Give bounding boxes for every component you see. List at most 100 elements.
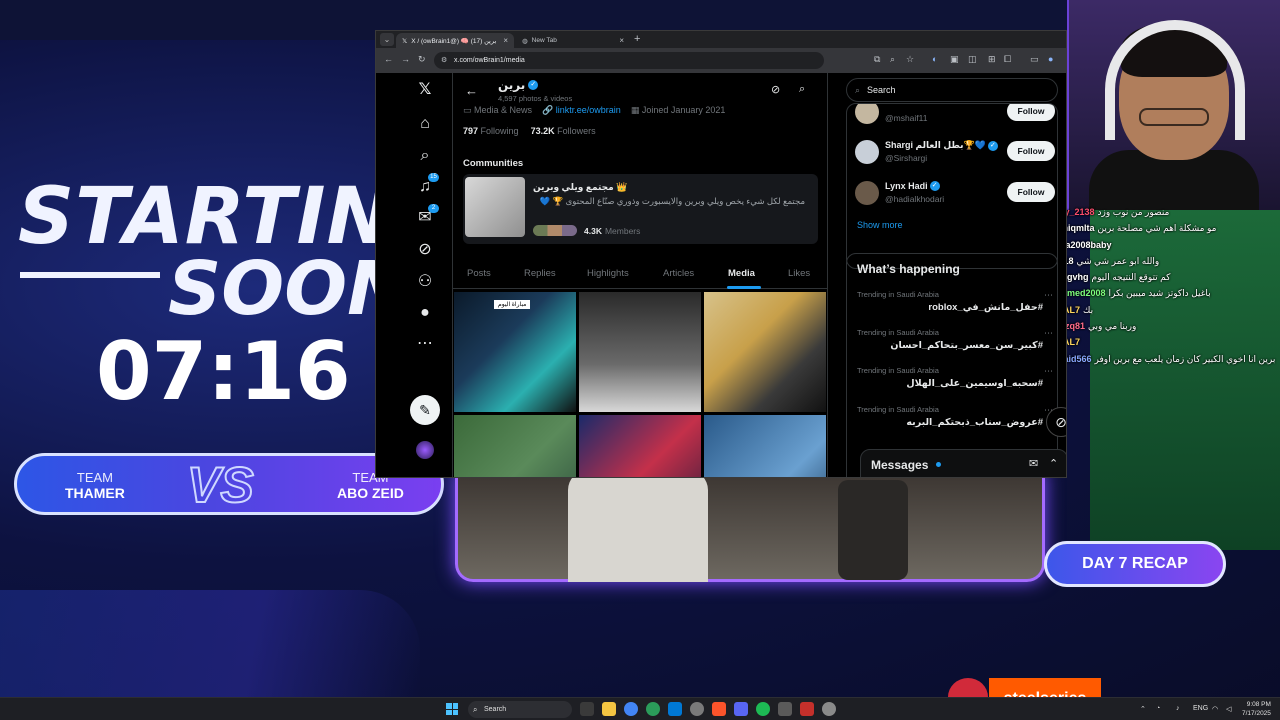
follow-button[interactable]: Follow [1007, 182, 1055, 202]
trend-item[interactable]: Trending in Saudi Arabia ⋯ #حفل_مانش_في_… [857, 290, 1053, 328]
extension-icon[interactable]: ⊞ [988, 54, 996, 65]
media-grid: مباراة اليوم [454, 292, 827, 477]
extensions-puzzle-icon[interactable]: ⧠ [1004, 54, 1011, 65]
extension-icon[interactable]: ◐ [932, 54, 937, 64]
account-avatar[interactable] [416, 441, 434, 459]
tab-search-icon[interactable]: ⌄ [380, 33, 394, 46]
expand-icon[interactable]: ⌃ [1049, 457, 1058, 470]
chat-text: بك [1083, 304, 1094, 315]
video-person-2 [838, 480, 908, 580]
app-icon[interactable] [646, 702, 660, 716]
extension-icon[interactable]: ▣ [950, 54, 959, 65]
x-logo-icon[interactable]: 𝕏 [414, 79, 436, 101]
mic-icon[interactable]: ♪ [1176, 705, 1180, 712]
new-tab-button[interactable]: + [634, 33, 640, 46]
trend-item[interactable]: Trending in Saudi Arabia ⋯ #كبير_سن_معسر… [857, 328, 1053, 366]
chat-message: OSAL7بك [1050, 302, 1280, 318]
back-arrow-icon[interactable]: ← [465, 83, 478, 98]
tab-replies[interactable]: Replies [524, 268, 556, 279]
edge-icon[interactable] [668, 702, 682, 716]
language-indicator[interactable]: ENG [1193, 705, 1208, 712]
more-icon[interactable]: ⋯ [1044, 328, 1053, 339]
communities-icon[interactable]: ⚇ [414, 271, 436, 293]
media-item[interactable]: مباراة اليوم [454, 292, 576, 412]
community-card[interactable]: مجتمع ويلي وبرين 👑 مجتمع لكل شيء يخص ويل… [463, 174, 818, 244]
tab-posts[interactable]: Posts [467, 268, 491, 279]
browser-window: ⌄ 𝕏 X / (owBrain1@) 🧠 برين (17) × ◍ New … [375, 30, 1067, 478]
post-button[interactable]: ✎ [410, 395, 440, 425]
extension-icon[interactable]: ◫ [968, 54, 977, 65]
close-tab-icon[interactable]: × [503, 36, 508, 45]
volume-icon[interactable]: ◁ [1226, 705, 1231, 713]
follow-button[interactable]: Follow [1007, 104, 1055, 121]
tab-articles[interactable]: Articles [663, 268, 694, 279]
forward-icon[interactable]: → [401, 54, 410, 64]
trend-category: Trending in Saudi Arabia [857, 328, 939, 337]
site-info-icon[interactable]: ⚙ [441, 52, 447, 69]
reload-icon[interactable]: ↻ [418, 54, 426, 65]
wifi-icon[interactable]: ◠ [1212, 705, 1218, 713]
windows-start-icon[interactable] [446, 703, 458, 715]
show-more-link[interactable]: Show more [857, 220, 903, 230]
sidebar-icon[interactable]: ▭ [1030, 54, 1039, 65]
brave-icon[interactable] [712, 702, 726, 716]
follow-button[interactable]: Follow [1007, 141, 1055, 161]
new-message-icon[interactable]: ✉ [1029, 457, 1038, 470]
messages-title: Messages [871, 458, 929, 472]
install-icon[interactable]: ⧉ [874, 54, 880, 65]
messages-drawer[interactable]: Messages ✉ ⌃ [860, 449, 1066, 477]
chevron-up-icon[interactable]: ⌃ [1140, 705, 1146, 713]
tab-x-profile[interactable]: 𝕏 X / (owBrain1@) 🧠 برين (17) × [396, 33, 514, 48]
tab-new-tab[interactable]: ◍ New Tab × [516, 33, 630, 48]
task-view-icon[interactable] [580, 702, 594, 716]
discord-icon[interactable] [734, 702, 748, 716]
suggested-user[interactable]: Shargi بطل العالم🏆💙 ✓ @Sirshargi Follow [855, 136, 1055, 170]
media-item[interactable] [704, 415, 826, 477]
notifications-icon[interactable]: ♫ 15 [414, 173, 439, 198]
spotify-icon[interactable] [756, 702, 770, 716]
media-item[interactable] [579, 292, 701, 412]
file-explorer-icon[interactable] [602, 702, 616, 716]
trend-item[interactable]: Trending in Saudi Arabia ⋯ #سحبه_اوسيمين… [857, 366, 1053, 404]
more-icon[interactable]: ⋯ [1044, 290, 1053, 301]
media-item[interactable] [704, 292, 826, 412]
more-icon[interactable]: ⋯ [1044, 366, 1053, 377]
more-icon[interactable]: ⋯ [414, 333, 436, 355]
suggested-user[interactable]: @mshaif11 Follow [855, 104, 1055, 130]
chrome-icon[interactable] [624, 702, 638, 716]
search-icon[interactable]: ⌕ [799, 83, 805, 96]
tab-media[interactable]: Media [728, 268, 755, 279]
clock[interactable]: 9:08 PM 7/17/2025 [1242, 700, 1271, 718]
tab-likes[interactable]: Likes [788, 268, 810, 279]
close-tab-icon[interactable]: × [619, 36, 624, 45]
grok-icon[interactable]: ⊘ [771, 83, 780, 96]
app-icon[interactable] [778, 702, 792, 716]
grok-icon[interactable]: ⊘ [414, 239, 436, 261]
tab-highlights[interactable]: Highlights [587, 268, 629, 279]
bookmark-star-icon[interactable]: ☆ [906, 54, 914, 65]
taskbar-search[interactable]: ⌕ Search [468, 701, 572, 718]
team-a-label: TEAM [76, 470, 113, 485]
home-icon[interactable]: ⌂ [414, 113, 436, 135]
media-item[interactable] [579, 415, 701, 477]
x-search-input[interactable]: ⌕ Search [846, 78, 1058, 102]
back-icon[interactable]: ← [384, 54, 393, 64]
zoom-icon[interactable]: ⌕ [890, 54, 895, 65]
following-link[interactable]: 797 Following [463, 126, 519, 136]
trend-item[interactable]: Trending in Saudi Arabia ⋯ #عروض_سناب_ذب… [857, 405, 1053, 443]
profile-icon[interactable]: ● [414, 302, 436, 324]
address-bar[interactable]: ⚙ x.com/owBrain1/media [434, 52, 824, 69]
network-icon[interactable]: ◔ [1156, 705, 1160, 712]
trend-name: #كبير_سن_معسر_بتحاكم_احسان [890, 340, 1043, 351]
profile-link[interactable]: 🔗 linktr.ee/owbrain [542, 105, 621, 116]
settings-icon[interactable] [822, 702, 836, 716]
profile-icon[interactable]: ● [1048, 54, 1053, 64]
explore-icon[interactable]: ⌕ [414, 145, 436, 167]
media-item[interactable] [454, 415, 576, 477]
suggested-user[interactable]: Lynx Hadi ✓ @hadialkhodari Follow [855, 177, 1055, 211]
followers-link[interactable]: 73.2K Followers [531, 126, 596, 136]
messages-icon[interactable]: ✉ 2 [414, 204, 439, 229]
app-icon[interactable] [690, 702, 704, 716]
url-text: x.com/owBrain1/media [454, 57, 525, 64]
app-icon[interactable] [800, 702, 814, 716]
